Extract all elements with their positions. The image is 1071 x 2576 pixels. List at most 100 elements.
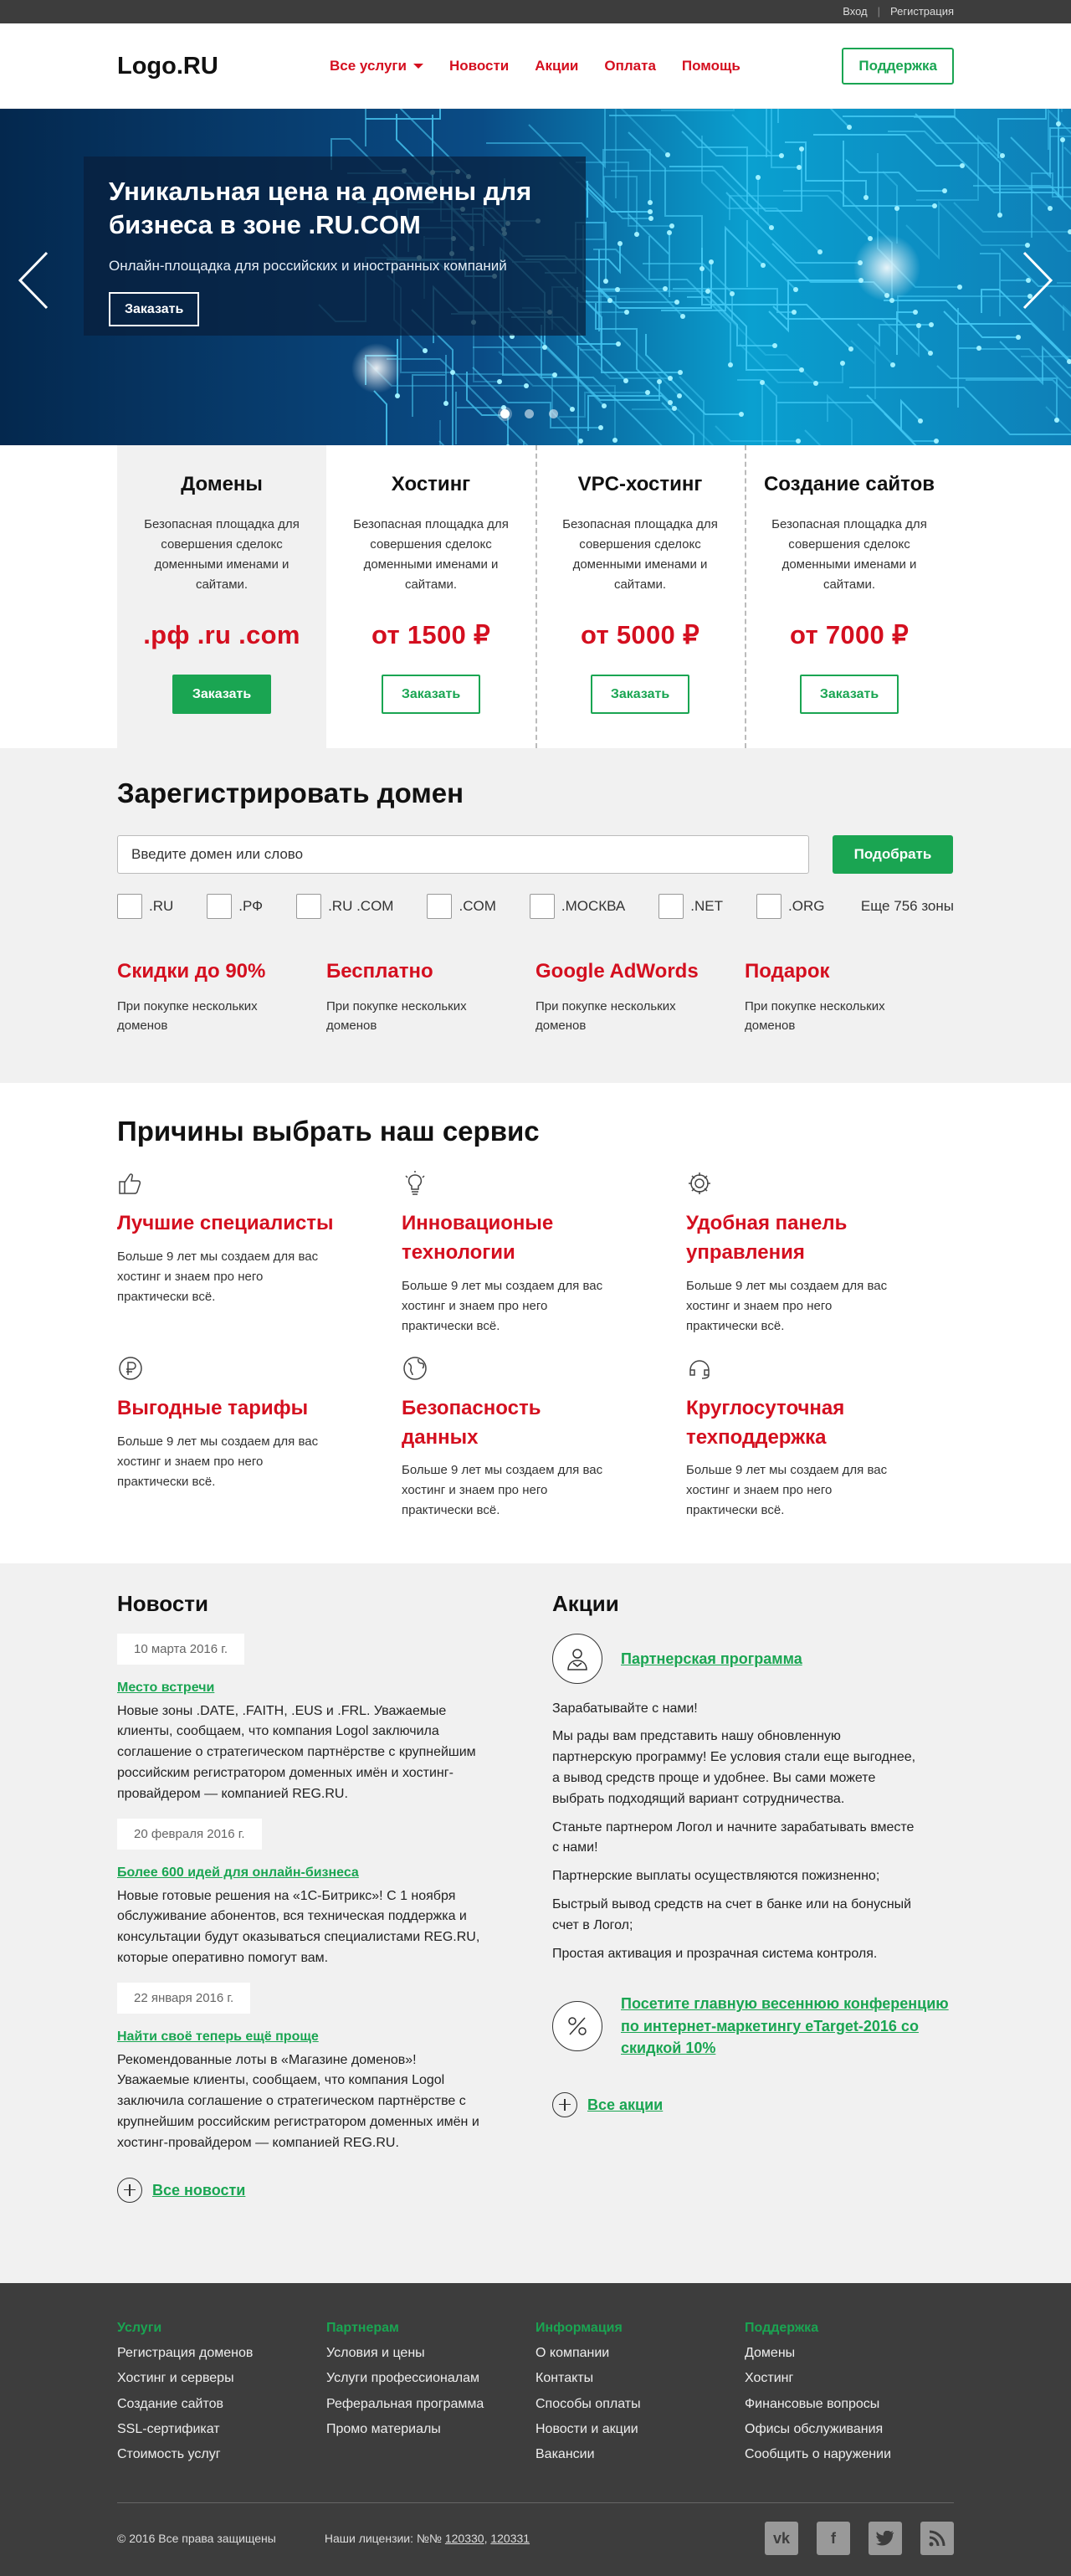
footer-link[interactable]: Сообщить о наружении — [745, 2445, 954, 2464]
service-card-domains: Домены Безопасная площадка для совершени… — [117, 445, 326, 748]
service-title: VPC-хостинг — [577, 473, 703, 495]
discount-link[interactable]: Посетите главную весеннюю конференцию по… — [621, 1993, 954, 2058]
zone-checkbox[interactable]: .COM — [427, 893, 496, 919]
zone-checkbox[interactable]: .RU — [117, 893, 173, 919]
license-link[interactable]: 120331 — [490, 2532, 530, 2545]
zone-checkbox[interactable]: .RU .COM — [296, 893, 394, 919]
chevron-right-icon[interactable] — [1021, 251, 1054, 310]
footer-link[interactable]: Финансовые вопросы — [745, 2394, 954, 2414]
footer-link[interactable]: Создание сайтов — [117, 2394, 326, 2414]
support-button[interactable]: Поддержка — [842, 47, 954, 85]
promos-column: Акции Партнерская программа Зарабатывайт… — [552, 1588, 954, 2203]
all-news-link[interactable]: Все новости — [117, 2177, 552, 2203]
footer-link[interactable]: Реферальная программа — [326, 2394, 536, 2414]
footer-link[interactable]: Промо материалы — [326, 2419, 536, 2439]
twitter-icon[interactable] — [869, 2522, 902, 2556]
zone-label: .RU .COM — [328, 897, 394, 914]
footer-link[interactable]: Стоимость услуг — [117, 2445, 326, 2464]
zone-checkbox[interactable]: .МОСКВА — [529, 893, 626, 919]
all-news-label: Все новости — [152, 2181, 246, 2199]
support-icon — [689, 1359, 710, 1379]
reason-text: Больше 9 лет мы создаем для вас хостинг … — [117, 1434, 319, 1489]
license-link[interactable]: 120330 — [445, 2532, 484, 2545]
slider-dot[interactable] — [549, 409, 558, 418]
reason-title: Безопасность данных — [402, 1396, 541, 1449]
service-order-button[interactable]: Заказать — [172, 674, 272, 714]
checkbox[interactable] — [296, 893, 322, 919]
footer-link[interactable]: Новости и акции — [536, 2419, 745, 2439]
reason-item: Круглосуточная техподдержка Больше 9 лет… — [686, 1355, 954, 1521]
rss-icon[interactable] — [920, 2522, 954, 2556]
footer-link[interactable]: Регистрация доменов — [117, 2343, 326, 2363]
promo-paragraph: Мы рады вам представить нашу обновленную… — [552, 1729, 916, 1806]
partner-program-link[interactable]: Партнерская программа — [621, 1648, 802, 1670]
nav-payment[interactable]: Оплата — [604, 56, 656, 77]
checkbox[interactable] — [756, 893, 781, 919]
nav-help[interactable]: Помощь — [682, 56, 740, 77]
footer-column-title: Поддержка — [745, 2321, 819, 2335]
more-zones-link[interactable]: Еще 756 зоны — [861, 896, 954, 917]
domain-search-button[interactable]: Подобрать — [833, 834, 953, 874]
footer-link[interactable]: Услуги профессионалам — [326, 2368, 536, 2388]
nav-all-services[interactable]: Все услуги — [330, 56, 423, 77]
footer-column-title: Услуги — [117, 2321, 162, 2335]
footer-link[interactable]: Условия и цены — [326, 2343, 536, 2363]
checkbox[interactable] — [117, 893, 142, 919]
zone-checkbox[interactable]: .РФ — [207, 893, 263, 919]
reason-title: Выгодные тарифы — [117, 1396, 309, 1419]
logo[interactable]: Logo.RU — [117, 49, 330, 84]
news-link[interactable]: Найти своё теперь ещё проще — [117, 2027, 552, 2046]
plus-circle-icon — [117, 2177, 142, 2203]
service-card-vpc: VPC-хостинг Безопасная площадка для сове… — [536, 445, 745, 748]
service-price: от 5000 ₽ — [581, 619, 699, 649]
login-link[interactable]: Вход — [843, 4, 867, 20]
service-title: Хостинг — [391, 473, 471, 495]
nav-news[interactable]: Новости — [449, 56, 509, 77]
main-nav: Все услуги Новости Акции Оплата Помощь — [330, 56, 842, 77]
checkbox[interactable] — [427, 893, 453, 919]
percent-icon — [552, 2000, 602, 2051]
zone-label: .МОСКВА — [561, 897, 626, 914]
checkbox[interactable] — [658, 893, 684, 919]
perk-title: Google AdWords — [536, 959, 699, 983]
footer-link[interactable]: Хостинг и серверы — [117, 2368, 326, 2388]
zone-checkbox[interactable]: .NET — [658, 893, 723, 919]
service-order-button[interactable]: Заказать — [799, 674, 899, 714]
domain-search-input[interactable] — [117, 834, 809, 874]
slider-dots — [500, 409, 558, 418]
news-link[interactable]: Более 600 идей для онлайн-бизнеса — [117, 1863, 552, 1882]
slider-dot[interactable] — [525, 409, 534, 418]
chevron-left-icon[interactable] — [17, 251, 50, 310]
footer-link[interactable]: Контакты — [536, 2368, 745, 2388]
service-order-button[interactable]: Заказать — [590, 674, 690, 714]
zone-checkbox[interactable]: .ORG — [756, 893, 824, 919]
domain-section: Зарегистрировать домен Подобрать .RU .РФ… — [0, 748, 1071, 1083]
perk-text: При покупке нескольких доменов — [536, 998, 676, 1033]
checkbox[interactable] — [529, 893, 555, 919]
register-link[interactable]: Регистрация — [890, 4, 954, 20]
news-title: Новости — [117, 1591, 209, 1616]
reason-item: Выгодные тарифы Больше 9 лет мы создаем … — [117, 1355, 402, 1521]
reason-item: Лучшие специалисты Больше 9 лет мы созда… — [117, 1170, 402, 1337]
news-link[interactable]: Место встречи — [117, 1678, 552, 1697]
all-promos-link[interactable]: Все акции — [552, 2091, 954, 2117]
domain-title: Зарегистрировать домен — [117, 777, 464, 808]
footer-link[interactable]: О компании — [536, 2343, 745, 2363]
footer-link[interactable]: Офисы обслуживания — [745, 2419, 954, 2439]
checkbox[interactable] — [207, 893, 233, 919]
reason-title: Инновационые технологии — [402, 1212, 554, 1264]
hero-order-button[interactable]: Заказать — [109, 291, 200, 326]
partner-icon — [552, 1633, 602, 1684]
footer-link[interactable]: Вакансии — [536, 2445, 745, 2464]
footer-link[interactable]: Хостинг — [745, 2368, 954, 2388]
service-order-button[interactable]: Заказать — [381, 674, 481, 714]
vk-icon[interactable]: vk — [765, 2522, 798, 2556]
footer-link[interactable]: Домены — [745, 2343, 954, 2363]
footer-column-info: Информация О компании Контакты Способы о… — [536, 2318, 745, 2464]
footer-link[interactable]: Способы оплаты — [536, 2394, 745, 2414]
facebook-icon[interactable]: f — [817, 2522, 850, 2556]
footer-link[interactable]: SSL-сертификат — [117, 2419, 326, 2439]
slider-dot[interactable] — [500, 409, 510, 418]
nav-promos[interactable]: Акции — [535, 56, 578, 77]
reason-item: Безопасность данных Больше 9 лет мы созд… — [402, 1355, 686, 1521]
